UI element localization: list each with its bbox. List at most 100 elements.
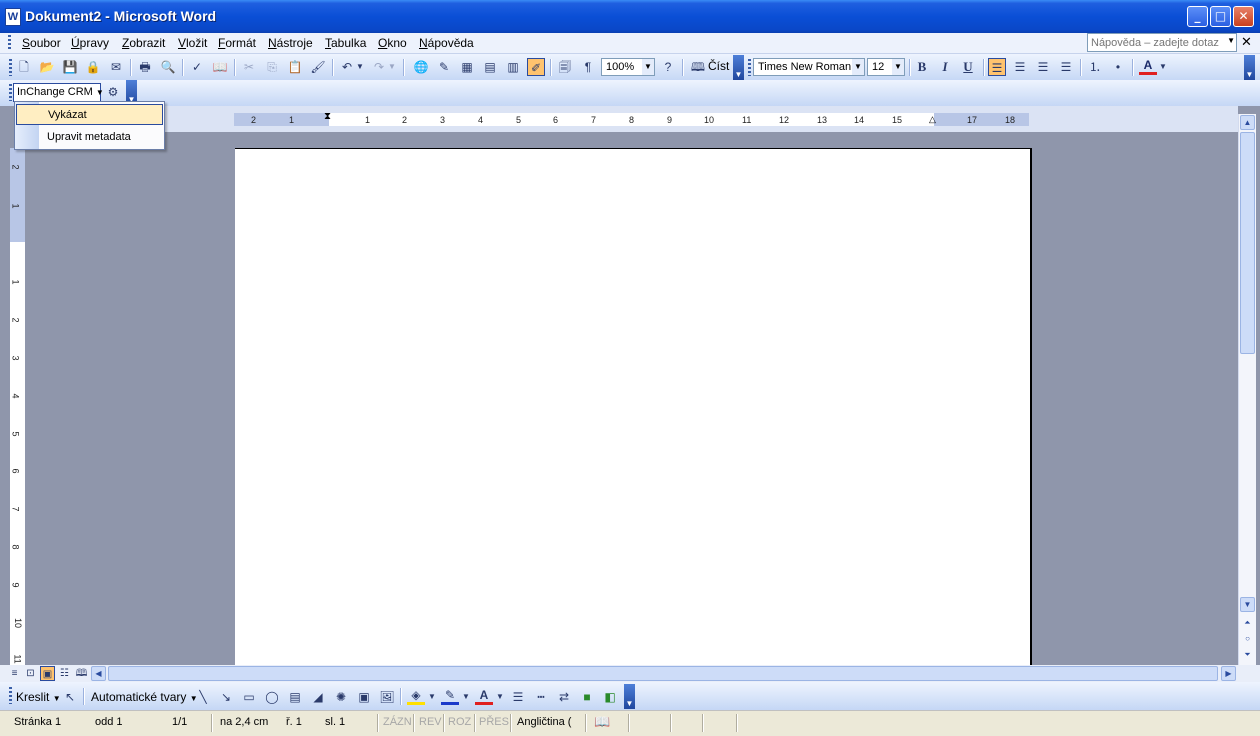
columns-icon[interactable]: ▥ [504, 58, 522, 76]
justify-icon[interactable]: ☰ [1057, 58, 1075, 76]
menu-item-vykazat[interactable]: Vykázat [16, 104, 163, 125]
font-size-select[interactable]: 12 ▼ [867, 58, 905, 76]
vertical-ruler[interactable]: 2 1 1 2 3 4 5 6 7 8 9 10 11 [10, 148, 25, 666]
crm-menu-button[interactable]: InChange CRM ▼ [13, 83, 104, 102]
previous-page-icon[interactable]: ⏶ [1240, 616, 1255, 631]
toolbar-options-chevron[interactable]: ▼ [733, 55, 744, 80]
new-document-icon[interactable]: 🗋 [15, 58, 33, 76]
indent-marker-icon[interactable]: ⧗ [324, 111, 331, 122]
undo-dropdown-icon[interactable]: ▼ [355, 58, 365, 76]
outline-view-icon[interactable]: ☷ [57, 666, 72, 681]
line-style-icon[interactable]: ☰ [509, 688, 527, 706]
menu-tabulka[interactable]: Tabulka [325, 36, 366, 50]
menu-format[interactable]: Formát [218, 36, 256, 50]
menu-nastroje[interactable]: Nástroje [268, 36, 313, 50]
print-icon[interactable]: 🖶 [136, 58, 154, 76]
tables-borders-icon[interactable]: ✎ [435, 58, 453, 76]
redo-dropdown-icon[interactable]: ▼ [387, 58, 397, 76]
menu-upravy[interactable]: Úpravy [71, 36, 109, 50]
font-color-icon[interactable]: A [1139, 58, 1157, 75]
crm-tool-icon[interactable]: ⚙ [104, 83, 122, 101]
email-icon[interactable]: ✉ [107, 58, 125, 76]
status-track-changes[interactable]: REV [419, 716, 442, 728]
normal-view-icon[interactable]: ≡ [7, 666, 22, 681]
undo-icon[interactable]: ↶ [338, 58, 356, 76]
menu-grip[interactable] [8, 35, 11, 49]
toolbar-options-chevron[interactable]: ▼ [1244, 55, 1255, 80]
maximize-button[interactable]: □ [1210, 6, 1231, 27]
word-app-icon[interactable]: W [5, 8, 21, 26]
fill-color-dropdown-icon[interactable]: ▼ [427, 688, 437, 706]
menu-soubor[interactable]: Soubor [22, 36, 61, 50]
shadow-style-icon[interactable]: ■ [578, 688, 596, 706]
read-button[interactable]: Číst [708, 59, 729, 73]
select-browse-object-icon[interactable]: ○ [1240, 632, 1255, 647]
document-page[interactable] [235, 148, 1032, 666]
text-box-icon[interactable]: ▤ [286, 688, 304, 706]
align-center-icon[interactable]: ☰ [1011, 58, 1029, 76]
rectangle-icon[interactable]: ▭ [240, 688, 258, 706]
minimize-button[interactable]: _ [1187, 6, 1208, 27]
right-indent-marker-icon[interactable]: △ [929, 114, 936, 125]
3d-style-icon[interactable]: ◧ [601, 688, 619, 706]
spelling-icon[interactable]: ✓ [188, 58, 206, 76]
menu-vlozit[interactable]: Vložit [178, 36, 207, 50]
menu-item-upravit-metadata[interactable]: Upravit metadata [16, 127, 163, 148]
show-hide-icon[interactable]: ¶ [579, 58, 597, 76]
numbering-icon[interactable]: ⒈ [1086, 58, 1104, 76]
align-left-icon[interactable]: ☰ [988, 58, 1006, 76]
cut-icon[interactable]: ✂ [240, 58, 258, 76]
horizontal-ruler[interactable]: 2 1 1 2 3 4 5 6 7 8 9 10 11 12 13 14 15 … [234, 111, 1029, 126]
diagram-icon[interactable]: ✺ [332, 688, 350, 706]
status-extend[interactable]: ROZ [448, 716, 471, 728]
insert-picture-icon[interactable]: 🖼 [378, 688, 396, 706]
draw-font-color-dropdown-icon[interactable]: ▼ [495, 688, 505, 706]
align-right-icon[interactable]: ☰ [1034, 58, 1052, 76]
clip-art-icon[interactable]: ▣ [355, 688, 373, 706]
web-view-icon[interactable]: ⊡ [23, 666, 38, 681]
arrow-icon[interactable]: ↘ [217, 688, 235, 706]
print-preview-icon[interactable]: 🔍 [159, 58, 177, 76]
insert-excel-icon[interactable]: ▤ [481, 58, 499, 76]
horizontal-scroll-thumb[interactable] [108, 666, 1218, 681]
status-overtype[interactable]: PŘES [479, 716, 509, 728]
underline-button[interactable]: U [959, 58, 977, 76]
vertical-scroll-thumb[interactable] [1240, 132, 1255, 354]
font-color-dropdown-icon[interactable]: ▼ [1158, 58, 1168, 76]
reading-view-icon[interactable]: 🕮 [74, 666, 89, 681]
select-objects-icon[interactable]: ↖ [61, 688, 79, 706]
menu-okno[interactable]: Okno [378, 36, 407, 50]
status-record-macro[interactable]: ZÁZN [383, 716, 412, 728]
redo-icon[interactable]: ↷ [370, 58, 388, 76]
drawing-icon[interactable]: ✐ [527, 58, 545, 76]
toolbar-options-chevron[interactable]: ▼ [624, 684, 635, 709]
scroll-right-button[interactable]: ▶ [1221, 666, 1236, 681]
help-icon[interactable]: ? [659, 58, 677, 76]
toolbar-grip[interactable] [9, 59, 12, 76]
vertical-scrollbar[interactable]: ▲ ▼ ⏶ ○ ⏷ [1238, 114, 1256, 666]
chevron-down-icon[interactable]: ▼ [892, 59, 904, 75]
insert-table-icon[interactable]: ▦ [458, 58, 476, 76]
line-color-dropdown-icon[interactable]: ▼ [461, 688, 471, 706]
scroll-up-button[interactable]: ▲ [1240, 115, 1255, 130]
draw-font-color-icon[interactable]: A [475, 688, 493, 705]
hyperlink-icon[interactable]: 🌐 [412, 58, 430, 76]
line-icon[interactable]: ╲ [194, 688, 212, 706]
autoshapes-button[interactable]: Automatické tvary ▼ [91, 690, 198, 704]
chevron-down-icon[interactable]: ▼ [642, 59, 654, 75]
line-color-icon[interactable]: ✎ [441, 688, 459, 705]
bullets-icon[interactable]: • [1109, 58, 1127, 76]
draw-menu-button[interactable]: Kreslit ▼ [16, 690, 61, 704]
bold-button[interactable]: B [913, 58, 931, 76]
chevron-down-icon[interactable]: ▼ [852, 59, 864, 75]
menu-zobrazit[interactable]: Zobrazit [122, 36, 165, 50]
fill-color-icon[interactable]: ◈ [407, 688, 425, 705]
print-layout-view-icon[interactable]: ▣ [40, 666, 55, 681]
document-close-icon[interactable]: ✕ [1241, 35, 1252, 50]
next-page-icon[interactable]: ⏷ [1240, 648, 1255, 663]
save-icon[interactable]: 💾 [61, 58, 79, 76]
permission-icon[interactable]: 🔒 [84, 58, 102, 76]
font-select[interactable]: Times New Roman ▼ [753, 58, 865, 76]
oval-icon[interactable]: ◯ [263, 688, 281, 706]
open-folder-icon[interactable]: 📂 [38, 58, 56, 76]
